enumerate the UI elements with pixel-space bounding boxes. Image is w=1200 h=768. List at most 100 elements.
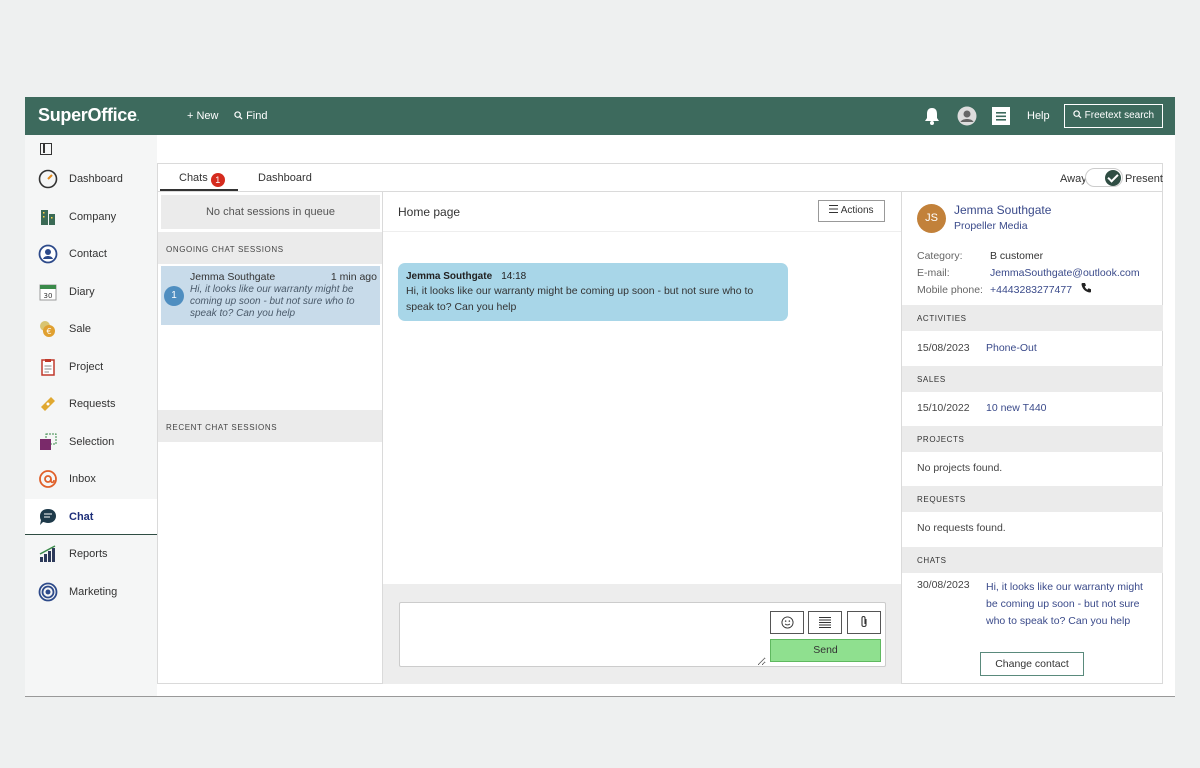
check-icon xyxy=(1105,170,1121,186)
chat-session-item[interactable]: 1 Jemma Southgate 1 min ago Hi, it looks… xyxy=(161,266,380,325)
message-author: Jemma Southgate xyxy=(406,271,493,282)
sales-header: SALES xyxy=(902,366,1163,392)
sidebar-item-marketing[interactable]: Marketing xyxy=(25,574,157,610)
dashboard-icon xyxy=(38,169,58,189)
mobile-label: Mobile phone: xyxy=(917,284,983,296)
activity-link[interactable]: Phone-Out xyxy=(986,342,1037,354)
sidebar-item-label: Dashboard xyxy=(69,173,123,185)
tab-chats[interactable]: Chats 1 xyxy=(179,172,225,187)
sidebar-item-reports[interactable]: Reports xyxy=(25,536,157,572)
sidebar-item-company[interactable]: Company xyxy=(25,199,157,235)
actions-button[interactable]: Actions xyxy=(818,200,885,222)
help-link[interactable]: Help xyxy=(1027,110,1050,122)
divider xyxy=(25,696,1175,697)
email-label: E-mail: xyxy=(917,267,950,279)
avatar: JS xyxy=(917,204,946,233)
requests-icon xyxy=(41,397,55,411)
present-label: Present xyxy=(1125,173,1163,185)
sidebar-item-label: Chat xyxy=(69,511,94,523)
menu-icon xyxy=(829,205,839,213)
sidebar-item-label: Sale xyxy=(69,323,92,335)
email-link[interactable]: JemmaSouthgate@outlook.com xyxy=(990,267,1140,279)
session-time: 1 min ago xyxy=(330,271,377,283)
templates-button[interactable] xyxy=(808,611,842,634)
conversation-pane: Home page Actions Jemma Southgate 14:18 … xyxy=(383,192,901,684)
chat-history-link[interactable]: Hi, it looks like our warranty might be … xyxy=(986,579,1156,630)
sidebar-item-label: Company xyxy=(69,211,117,223)
sidebar-item-label: Requests xyxy=(69,398,116,410)
sidebar-item-project[interactable]: Project xyxy=(25,349,157,385)
sidebar-item-sale[interactable]: € Sale xyxy=(25,311,157,347)
session-preview: Hi, it looks like our warranty might be … xyxy=(190,284,355,319)
sidebar-item-contact[interactable]: Contact xyxy=(25,236,157,272)
attach-button[interactable] xyxy=(847,611,881,634)
reports-icon xyxy=(39,545,56,562)
bell-icon[interactable] xyxy=(922,106,942,126)
active-tab-indicator xyxy=(160,189,238,191)
svg-text:€: € xyxy=(46,327,51,336)
requests-empty: No requests found. xyxy=(917,522,1006,534)
queue-status: No chat sessions in queue xyxy=(161,195,380,229)
sidebar-item-diary[interactable]: 30 Diary xyxy=(25,274,157,310)
sale-date: 15/10/2022 xyxy=(917,402,970,414)
change-contact-button[interactable]: Change contact xyxy=(980,652,1084,676)
sidebar-item-label: Selection xyxy=(69,436,115,448)
inbox-icon xyxy=(39,470,57,488)
conversation-header: Home page Actions xyxy=(383,192,901,232)
sidebar-item-label: Project xyxy=(69,361,104,373)
category-label: Category: xyxy=(917,250,963,262)
sidebar-item-label: Reports xyxy=(69,548,108,560)
emoji-button[interactable] xyxy=(770,611,804,634)
app-window: SuperOffice. + New Find Help Freetext se… xyxy=(25,97,1175,697)
sidebar-item-selection[interactable]: Selection xyxy=(25,424,157,460)
contact-company[interactable]: Propeller Media xyxy=(954,220,1028,232)
message-input[interactable] xyxy=(400,603,766,666)
freetext-search-button[interactable]: Freetext search xyxy=(1064,104,1163,128)
logo: SuperOffice. xyxy=(38,105,140,125)
tab-dashboard[interactable]: Dashboard xyxy=(258,172,312,184)
unread-badge: 1 xyxy=(210,173,225,187)
sale-icon: € xyxy=(40,321,55,337)
chat-icon xyxy=(40,509,56,525)
chat-sessions-list: No chat sessions in queue ONGOING CHAT S… xyxy=(158,192,383,684)
sidebar: Dashboard Company Contact 30 Diary € Sal… xyxy=(25,135,157,697)
ongoing-sessions-header: ONGOING CHAT SESSIONS xyxy=(158,232,382,264)
sidebar-item-chat[interactable]: Chat xyxy=(25,499,157,535)
sidebar-item-label: Marketing xyxy=(69,586,118,598)
smiley-icon xyxy=(780,616,794,629)
sidebar-item-label: Diary xyxy=(69,286,95,298)
message-text: Hi, it looks like our warranty might be … xyxy=(406,285,754,313)
phone-icon[interactable] xyxy=(1081,282,1091,293)
requests-header: REQUESTS xyxy=(902,486,1163,512)
sidebar-item-label: Contact xyxy=(69,248,107,260)
sidebar-item-label: Inbox xyxy=(69,473,96,485)
projects-header: PROJECTS xyxy=(902,426,1163,452)
projects-empty: No projects found. xyxy=(917,462,1003,474)
sidebar-item-dashboard[interactable]: Dashboard xyxy=(25,161,157,197)
session-number: 1 xyxy=(164,286,184,306)
compose-area: Send xyxy=(383,584,901,684)
marketing-icon xyxy=(38,582,58,602)
selection-icon xyxy=(40,433,57,450)
document-menu-icon[interactable] xyxy=(991,106,1011,126)
mobile-link[interactable]: +4443283277477 xyxy=(990,284,1072,296)
top-bar: SuperOffice. + New Find Help Freetext se… xyxy=(25,97,1175,135)
presence-toggle[interactable] xyxy=(1085,168,1123,187)
search-icon xyxy=(1073,110,1082,119)
contact-name[interactable]: Jemma Southgate xyxy=(954,203,1051,217)
activities-header: ACTIVITIES xyxy=(902,305,1163,331)
sale-link[interactable]: 10 new T440 xyxy=(986,402,1047,414)
chat-panel: Chats 1 Dashboard Away Present No chat se… xyxy=(157,163,1163,684)
session-name: Jemma Southgate xyxy=(190,271,276,283)
new-button[interactable]: + New xyxy=(187,110,219,122)
chats-header: CHATS xyxy=(902,547,1163,573)
find-button[interactable]: Find xyxy=(234,110,267,122)
send-button[interactable]: Send xyxy=(770,639,881,662)
sidebar-item-inbox[interactable]: Inbox xyxy=(25,461,157,497)
sidebar-collapse-icon[interactable] xyxy=(40,143,52,155)
message-time: 14:18 xyxy=(501,271,527,282)
user-avatar-icon[interactable] xyxy=(957,106,977,126)
compose-box: Send xyxy=(399,602,886,667)
sidebar-item-requests[interactable]: Requests xyxy=(25,386,157,422)
contact-icon xyxy=(38,244,58,264)
